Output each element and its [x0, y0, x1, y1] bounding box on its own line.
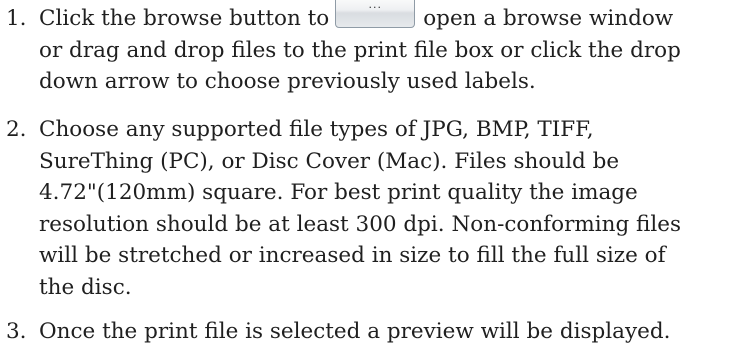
step-line: SureThing (PC), or Disc Cover (Mac). Fil… — [39, 148, 620, 174]
step-number: 1. — [6, 6, 27, 31]
list-item: 1. Click the browse button to... open a b… — [0, 0, 747, 98]
step-line: Click the browse button to... open a brow… — [39, 0, 747, 35]
step-number: 2. — [6, 117, 27, 142]
step-number: 3. — [6, 319, 27, 344]
step-text: open a browse window — [423, 6, 674, 31]
step-line: 4.72"(120mm) square. For best print qual… — [39, 180, 638, 205]
step-line: will be stretched or increased in size t… — [39, 243, 666, 268]
step-text: Click the browse button to — [39, 6, 330, 31]
step-line: the disc. — [39, 274, 132, 300]
list-item: 2. Choose any supported file types of JP… — [0, 114, 747, 303]
browse-button[interactable]: ... — [335, 0, 416, 28]
step-line: or drag and drop files to the print file… — [39, 37, 681, 63]
step-line: Once the print file is selected a previe… — [39, 319, 671, 344]
browse-button-label: ... — [368, 0, 382, 11]
step-line: resolution should be at least 300 dpi. N… — [39, 211, 682, 237]
step-line: Choose any supported file types of JPG, … — [39, 117, 594, 142]
step-line: down arrow to choose previously used lab… — [39, 69, 536, 94]
list-item: 3. Once the print file is selected a pre… — [0, 316, 747, 348]
